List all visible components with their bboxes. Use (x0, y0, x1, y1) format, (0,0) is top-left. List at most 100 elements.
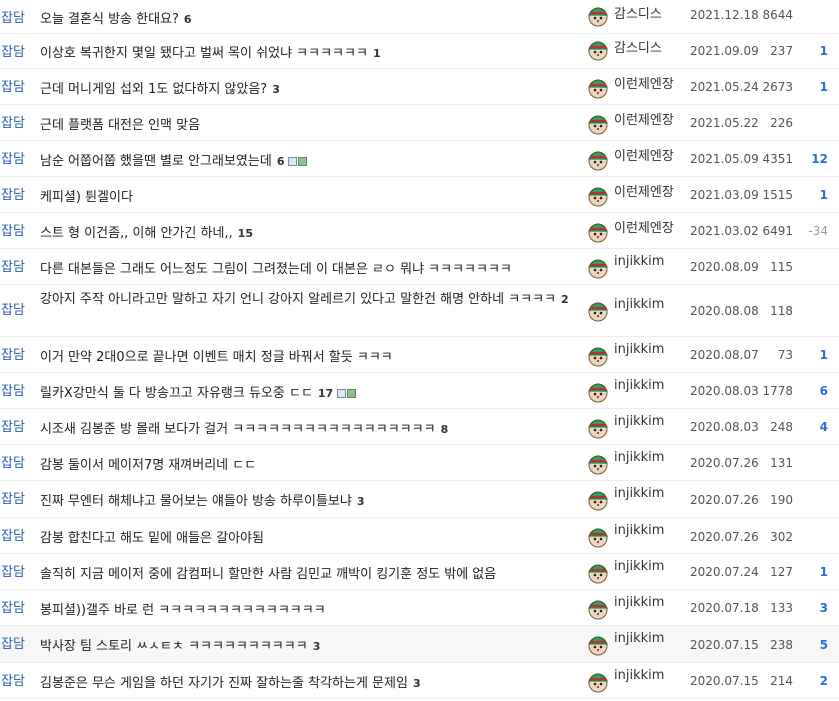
author-nickname[interactable]: injikkim (614, 378, 664, 393)
author-nickname[interactable]: 이런제엔장 (614, 181, 674, 200)
post-row[interactable]: 잡담 이거 만약 2대0으로 끝나면 이벤트 매치 정글 바꿔서 할듯 ㅋㅋㅋ … (0, 337, 839, 373)
post-title-text[interactable]: 이거 만약 2대0으로 끝나면 이벤트 매치 정글 바꿔서 할듯 ㅋㅋㅋ (40, 350, 393, 365)
post-title-text[interactable]: 박사장 팀 스토리 ㅆㅅㅌㅊ ㅋㅋㅋㅋㅋㅋㅋㅋㅋㅋ (40, 639, 308, 654)
post-row[interactable]: 잡담 시조새 김봉준 방 몰래 보다가 걸거 ㅋㅋㅋㅋㅋㅋㅋㅋㅋㅋㅋㅋㅋㅋㅋㅋㅋ… (0, 409, 839, 445)
author-nickname[interactable]: injikkim (614, 414, 664, 429)
comment-count[interactable]: 3 (357, 495, 365, 508)
post-title[interactable]: 릴카X강만식 둘 다 방송끄고 자유랭크 듀오중 ㄷㄷ 17 (40, 382, 357, 401)
comment-count[interactable]: 6 (277, 155, 285, 168)
post-title-text[interactable]: 시조새 김봉준 방 몰래 보다가 걸거 ㅋㅋㅋㅋㅋㅋㅋㅋㅋㅋㅋㅋㅋㅋㅋㅋㅋ (40, 422, 436, 437)
category-label[interactable]: 잡담 (1, 76, 25, 95)
author-nickname[interactable]: injikkim (614, 342, 664, 357)
post-title[interactable]: 이상호 복귀한지 몇일 됐다고 벌써 목이 쉬었냐 ㅋㅋㅋㅋㅋㅋ 1 (40, 42, 381, 61)
category-label[interactable]: 잡담 (1, 633, 25, 652)
post-row[interactable]: 잡담 강아지 주작 아니라고만 말하고 자기 언니 강아지 알레르기 있다고 말… (0, 285, 839, 337)
category-label[interactable]: 잡담 (1, 184, 25, 203)
author-nickname[interactable]: injikkim (614, 297, 664, 312)
post-title[interactable]: 강아지 주작 아니라고만 말하고 자기 언니 강아지 알레르기 있다고 말한건 … (40, 289, 570, 311)
post-title-text[interactable]: 이상호 복귀한지 몇일 됐다고 벌써 목이 쉬었냐 ㅋㅋㅋㅋㅋㅋ (40, 46, 368, 61)
comment-count[interactable]: 8 (441, 423, 449, 436)
comment-count[interactable]: 3 (272, 83, 280, 96)
post-title[interactable]: 박사장 팀 스토리 ㅆㅅㅌㅊ ㅋㅋㅋㅋㅋㅋㅋㅋㅋㅋ 3 (40, 635, 320, 654)
post-title[interactable]: 남순 어쭙어쭙 했을땐 별로 안그래보였는데 6 (40, 150, 308, 169)
post-title-text[interactable]: 감봉 둘이서 메이저7명 재껴버리네 ㄷㄷ (40, 458, 256, 473)
author-nickname[interactable]: injikkim (614, 559, 664, 574)
comment-count[interactable]: 1 (373, 47, 381, 60)
post-row[interactable]: 잡담 감봉 둘이서 메이저7명 재껴버리네 ㄷㄷ injikkim 2020.0… (0, 445, 839, 481)
post-row[interactable]: 잡담 오늘 결혼식 방송 한대요? 6 감스디스 2021.12.18 8644 (0, 0, 839, 34)
post-title[interactable]: 케피셜) 튄겔이다 (40, 186, 138, 205)
post-title-text[interactable]: 다른 대본들은 그래도 어느정도 그림이 그려졌는데 이 대본은 ㄹㅇ 뭐냐 ㅋ… (40, 262, 512, 277)
comment-count[interactable]: 15 (238, 227, 253, 240)
post-title[interactable]: 스트 형 이건좀,, 이해 안가긴 하네,, 15 (40, 222, 253, 241)
post-title[interactable]: 진짜 무엔터 해체냐고 물어보는 얘들아 방송 하루이틀보냐 3 (40, 490, 365, 509)
post-title[interactable]: 봉피셜))갤주 바로 런 ㅋㅋㅋㅋㅋㅋㅋㅋㅋㅋㅋㅋㅋㅋ (40, 599, 331, 618)
post-title-text[interactable]: 근데 플랫폼 대전은 인맥 맞음 (40, 118, 200, 133)
category-label[interactable]: 잡담 (1, 488, 25, 507)
comment-count[interactable]: 17 (318, 387, 333, 400)
post-row[interactable]: 잡담 솔직히 지금 메이저 중에 감컴퍼니 할만한 사람 김민교 깨박이 킹기훈… (0, 554, 839, 590)
author-nickname[interactable]: 감스디스 (614, 3, 662, 22)
post-row[interactable]: 잡담 봉피셜))갤주 바로 런 ㅋㅋㅋㅋㅋㅋㅋㅋㅋㅋㅋㅋㅋㅋ injikkim … (0, 590, 839, 626)
author-nickname[interactable]: injikkim (614, 595, 664, 610)
post-title[interactable]: 근데 머니게임 섭외 1도 없다하지 않았음? 3 (40, 78, 280, 97)
author-nickname[interactable]: injikkim (614, 450, 664, 465)
post-title[interactable]: 감봉 둘이서 메이저7명 재껴버리네 ㄷㄷ (40, 454, 261, 473)
author-nickname[interactable]: injikkim (614, 523, 664, 538)
category-label[interactable]: 잡담 (1, 41, 25, 60)
post-title-text[interactable]: 진짜 무엔터 해체냐고 물어보는 얘들아 방송 하루이틀보냐 (40, 494, 352, 509)
post-title-text[interactable]: 감봉 합친다고 해도 밑에 애들은 갈아야됨 (40, 531, 264, 546)
post-title-text[interactable]: 스트 형 이건좀,, 이해 안가긴 하네,, (40, 226, 233, 241)
author-nickname[interactable]: 감스디스 (614, 37, 662, 56)
post-row[interactable]: 잡담 케피셜) 튄겔이다 이런제엔장 2021.03.09 1515 1 (0, 177, 839, 213)
post-row[interactable]: 잡담 다른 대본들은 그래도 어느정도 그림이 그려졌는데 이 대본은 ㄹㅇ 뭐… (0, 249, 839, 285)
post-title-text[interactable]: 솔직히 지금 메이저 중에 감컴퍼니 할만한 사람 김민교 깨박이 킹기훈 정도… (40, 567, 496, 582)
post-row[interactable]: 잡담 스트 형 이건좀,, 이해 안가긴 하네,, 15 이런제엔장 2021.0… (0, 213, 839, 249)
post-title[interactable]: 이거 만약 2대0으로 끝나면 이벤트 매치 정글 바꿔서 할듯 ㅋㅋㅋ (40, 346, 398, 365)
post-row[interactable]: 잡담 진짜 무엔터 해체냐고 물어보는 얘들아 방송 하루이틀보냐 3 injik… (0, 481, 839, 518)
post-title-text[interactable]: 릴카X강만식 둘 다 방송끄고 자유랭크 듀오중 ㄷㄷ (40, 386, 313, 401)
post-title[interactable]: 감봉 합친다고 해도 밑에 애들은 갈아야됨 (40, 527, 269, 546)
post-title[interactable]: 다른 대본들은 그래도 어느정도 그림이 그려졌는데 이 대본은 ㄹㅇ 뭐냐 ㅋ… (40, 258, 517, 277)
category-label[interactable]: 잡담 (1, 112, 25, 131)
category-label[interactable]: 잡담 (1, 597, 25, 616)
post-title-text[interactable]: 남순 어쭙어쭙 했을땐 별로 안그래보였는데 (40, 154, 272, 169)
post-title[interactable]: 솔직히 지금 메이저 중에 감컴퍼니 할만한 사람 김민교 깨박이 킹기훈 정도… (40, 563, 501, 582)
category-label[interactable]: 잡담 (1, 7, 25, 26)
category-label[interactable]: 잡담 (1, 525, 25, 544)
category-label[interactable]: 잡담 (1, 452, 25, 471)
post-title[interactable]: 근데 플랫폼 대전은 인맥 맞음 (40, 114, 205, 133)
post-row[interactable]: 잡담 감봉 합친다고 해도 밑에 애들은 갈아야됨 injikkim 2020.… (0, 518, 839, 554)
category-label[interactable]: 잡담 (1, 561, 25, 580)
post-title-text[interactable]: 근데 머니게임 섭외 1도 없다하지 않았음? (40, 82, 267, 97)
comment-count[interactable]: 2 (561, 293, 569, 306)
post-row[interactable]: 잡담 박사장 팀 스토리 ㅆㅅㅌㅊ ㅋㅋㅋㅋㅋㅋㅋㅋㅋㅋ 3 injikkim 2… (0, 626, 839, 663)
comment-count[interactable]: 3 (413, 677, 421, 690)
category-label[interactable]: 잡담 (1, 380, 25, 399)
author-nickname[interactable]: injikkim (614, 254, 664, 269)
category-label[interactable]: 잡담 (1, 148, 25, 167)
post-row[interactable]: 잡담 이상호 복귀한지 몇일 됐다고 벌써 목이 쉬었냐 ㅋㅋㅋㅋㅋㅋ 1 감스디… (0, 34, 839, 69)
post-title[interactable]: 오늘 결혼식 방송 한대요? 6 (40, 8, 192, 27)
post-title-text[interactable]: 봉피셜))갤주 바로 런 ㅋㅋㅋㅋㅋㅋㅋㅋㅋㅋㅋㅋㅋㅋ (40, 603, 326, 618)
post-row[interactable]: 잡담 김봉준은 무슨 게임을 하던 자기가 진짜 잘하는줄 착각하는게 문제임 3… (0, 663, 839, 699)
author-nickname[interactable]: injikkim (614, 631, 664, 646)
author-nickname[interactable]: injikkim (614, 486, 664, 501)
category-label[interactable]: 잡담 (1, 344, 25, 363)
category-label[interactable]: 잡담 (1, 220, 25, 239)
post-title[interactable]: 시조새 김봉준 방 몰래 보다가 걸거 ㅋㅋㅋㅋㅋㅋㅋㅋㅋㅋㅋㅋㅋㅋㅋㅋㅋ 8 (40, 418, 448, 437)
category-label[interactable]: 잡담 (1, 416, 25, 435)
category-label[interactable]: 잡담 (1, 256, 25, 275)
post-title-text[interactable]: 오늘 결혼식 방송 한대요? (40, 12, 179, 27)
category-label[interactable]: 잡담 (1, 299, 25, 318)
author-nickname[interactable]: 이런제엔장 (614, 109, 674, 128)
author-nickname[interactable]: 이런제엔장 (614, 73, 674, 92)
post-row[interactable]: 잡담 릴카X강만식 둘 다 방송끄고 자유랭크 듀오중 ㄷㄷ 17 injikki… (0, 373, 839, 409)
post-title-text[interactable]: 케피셜) 튄겔이다 (40, 190, 133, 205)
post-row[interactable]: 잡담 근데 머니게임 섭외 1도 없다하지 않았음? 3 이런제엔장 2021.0… (0, 69, 839, 105)
post-row[interactable]: 잡담 남순 어쭙어쭙 했을땐 별로 안그래보였는데 6 이런제엔장 2021.05… (0, 141, 839, 177)
category-label[interactable]: 잡담 (1, 670, 25, 689)
post-row[interactable]: 잡담 근데 플랫폼 대전은 인맥 맞음 이런제엔장 2021.05.22 226 (0, 105, 839, 141)
author-nickname[interactable]: 이런제엔장 (614, 145, 674, 164)
author-nickname[interactable]: 이런제엔장 (614, 217, 674, 236)
